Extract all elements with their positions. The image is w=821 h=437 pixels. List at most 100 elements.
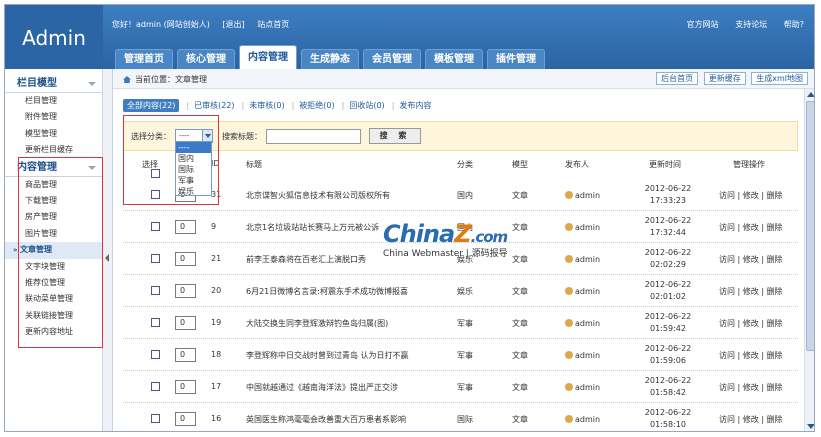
- delete-link[interactable]: 删除: [767, 287, 783, 296]
- delete-link[interactable]: 删除: [767, 415, 783, 424]
- order-input[interactable]: 0: [175, 284, 196, 298]
- edit-link[interactable]: 修改: [743, 319, 759, 328]
- search-button[interactable]: 搜 索: [369, 128, 421, 144]
- delete-link[interactable]: 删除: [767, 255, 783, 264]
- time-text: 01:58:10: [650, 420, 686, 429]
- tab-rejected[interactable]: 被拒绝(0): [299, 100, 334, 111]
- title-search-input[interactable]: [266, 129, 361, 144]
- header-actions: 管理操作: [733, 160, 765, 169]
- order-input[interactable]: 0: [175, 348, 196, 362]
- visit-link[interactable]: 访问: [719, 223, 735, 232]
- scrollbar-thumb[interactable]: [806, 101, 814, 351]
- cell-title[interactable]: 北京1名垃圾站站长赛马上万元被公诉: [246, 222, 379, 233]
- cell-title[interactable]: 中国就越通过《越南海洋法》提出严正交涉: [246, 382, 398, 393]
- support-forum-link[interactable]: 支持论坛: [735, 20, 767, 29]
- time-text: 17:33:23: [650, 196, 686, 205]
- update-cache-button[interactable]: 更新缓存: [703, 72, 746, 85]
- row-checkbox[interactable]: [151, 286, 160, 295]
- tab-all-content[interactable]: 全部内容(22): [123, 99, 180, 112]
- cell-title[interactable]: 北京谍智火狐信息技术有限公司版权所有: [246, 190, 390, 201]
- delete-link[interactable]: 删除: [767, 383, 783, 392]
- tab-plugins[interactable]: 插件管理: [487, 49, 545, 69]
- date-text: 2012-06-22: [644, 344, 692, 353]
- cell-title[interactable]: 李登辉称中日交战时曾到过青岛 认为日打不赢: [246, 350, 409, 361]
- logout-link[interactable]: [退出]: [222, 20, 244, 29]
- tab-pending[interactable]: 未审核(0): [249, 100, 284, 111]
- delete-link[interactable]: 删除: [767, 191, 783, 200]
- edit-link[interactable]: 修改: [743, 287, 759, 296]
- order-input[interactable]: 0: [175, 412, 196, 426]
- table-row: 0 19 大陆交换生同李登辉激辩钓鱼岛归属(图) 军事 文章 admin 201…: [123, 307, 798, 339]
- edit-link[interactable]: 修改: [743, 351, 759, 360]
- delete-link[interactable]: 删除: [767, 223, 783, 232]
- tab-publish[interactable]: 发布内容: [399, 100, 431, 111]
- edit-link[interactable]: 修改: [743, 383, 759, 392]
- scroll-up-icon[interactable]: [807, 92, 814, 97]
- tab-templates[interactable]: 模板管理: [425, 49, 483, 69]
- sidebar-item-columns[interactable]: 栏目管理: [5, 93, 102, 109]
- chevron-down-icon: [88, 82, 96, 86]
- visit-link[interactable]: 访问: [719, 351, 735, 360]
- cell-updated: 2012-06-22 01:58:10: [643, 407, 693, 431]
- cell-title[interactable]: 大陆交换生同李登辉激辩钓鱼岛归属(图): [246, 318, 388, 329]
- sidebar-item-attachments[interactable]: 附件管理: [5, 109, 102, 125]
- edit-link[interactable]: 修改: [743, 255, 759, 264]
- cell-model: 文章: [512, 287, 528, 296]
- cell-actions: 访问 | 修改 | 删除: [719, 255, 783, 264]
- order-input[interactable]: 0: [175, 316, 196, 330]
- site-home-link[interactable]: 站点首页: [257, 20, 289, 29]
- sidebar-collapse-handle[interactable]: [103, 69, 113, 431]
- delete-link[interactable]: 删除: [767, 319, 783, 328]
- table-row: 0 31 北京谍智火狐信息技术有限公司版权所有 国内 文章 admin 2012…: [123, 179, 798, 211]
- tab-content[interactable]: 内容管理: [239, 45, 297, 69]
- visit-link[interactable]: 访问: [719, 255, 735, 264]
- breadcrumb-buttons: 后台首页 更新缓存 生成xml地图: [653, 72, 808, 85]
- generate-sitemap-button[interactable]: 生成xml地图: [751, 72, 808, 85]
- row-checkbox[interactable]: [151, 222, 160, 231]
- author-name: admin: [575, 287, 601, 296]
- row-checkbox[interactable]: [151, 318, 160, 327]
- cell-title[interactable]: 6月21日微博名言录:柯震东手术成功微博报喜: [246, 286, 408, 297]
- cell-category: 军事: [457, 383, 473, 392]
- row-checkbox[interactable]: [151, 382, 160, 391]
- tab-approved[interactable]: 已审核(22): [194, 100, 234, 111]
- scroll-down-icon[interactable]: [807, 424, 814, 429]
- separator: |: [291, 101, 295, 110]
- tab-home[interactable]: 管理首页: [115, 49, 173, 69]
- visit-link[interactable]: 访问: [719, 415, 735, 424]
- delete-link[interactable]: 删除: [767, 351, 783, 360]
- separator: |: [391, 101, 395, 110]
- visit-link[interactable]: 访问: [719, 287, 735, 296]
- edit-link[interactable]: 修改: [743, 223, 759, 232]
- cell-title[interactable]: 前李王泰森将在百老汇上演脱口秀: [246, 254, 366, 265]
- edit-link[interactable]: 修改: [743, 191, 759, 200]
- row-checkbox[interactable]: [151, 254, 160, 263]
- sidebar-item-models[interactable]: 模型管理: [5, 126, 102, 142]
- tab-recycle-bin[interactable]: 回收站(0): [349, 100, 384, 111]
- tab-members[interactable]: 会员管理: [363, 49, 421, 69]
- visit-link[interactable]: 访问: [719, 319, 735, 328]
- order-input[interactable]: 0: [175, 252, 196, 266]
- row-checkbox[interactable]: [151, 414, 160, 423]
- visit-link[interactable]: 访问: [719, 383, 735, 392]
- row-checkbox[interactable]: [151, 350, 160, 359]
- vertical-scrollbar[interactable]: [804, 89, 814, 431]
- order-input[interactable]: 0: [175, 380, 196, 394]
- help-link[interactable]: 帮助?: [784, 20, 804, 29]
- filter-bar: 选择分类： ---- 搜索标题： 搜 索: [123, 121, 798, 151]
- user-bar: 您好！admin (网站创始人) [退出] 站点首页: [112, 19, 299, 30]
- watermark: ChinaZ.com China Webmaster | 源码报导: [383, 220, 508, 259]
- tab-core[interactable]: 核心管理: [177, 49, 235, 69]
- edit-link[interactable]: 修改: [743, 415, 759, 424]
- status-tabs: 全部内容(22) | 已审核(22) | 未审核(0) | 被拒绝(0) | 回收站(0) | 发布…: [123, 99, 798, 115]
- tab-static[interactable]: 生成静态: [301, 49, 359, 69]
- visit-link[interactable]: 访问: [719, 191, 735, 200]
- admin-window: Admin 您好！admin (网站创始人) [退出] 站点首页 官方网站 支持…: [4, 4, 815, 432]
- greeting-text: 您好！admin (网站创始人): [112, 20, 210, 29]
- admin-home-button[interactable]: 后台首页: [656, 72, 699, 85]
- official-site-link[interactable]: 官方网站: [687, 20, 719, 29]
- sidebar-group-models[interactable]: 栏目模型: [5, 75, 102, 93]
- author-name: admin: [575, 415, 601, 424]
- cell-title[interactable]: 英国医生称鸿毫毫会改善重大百万患者系影响: [246, 414, 406, 425]
- order-input[interactable]: 0: [175, 220, 196, 234]
